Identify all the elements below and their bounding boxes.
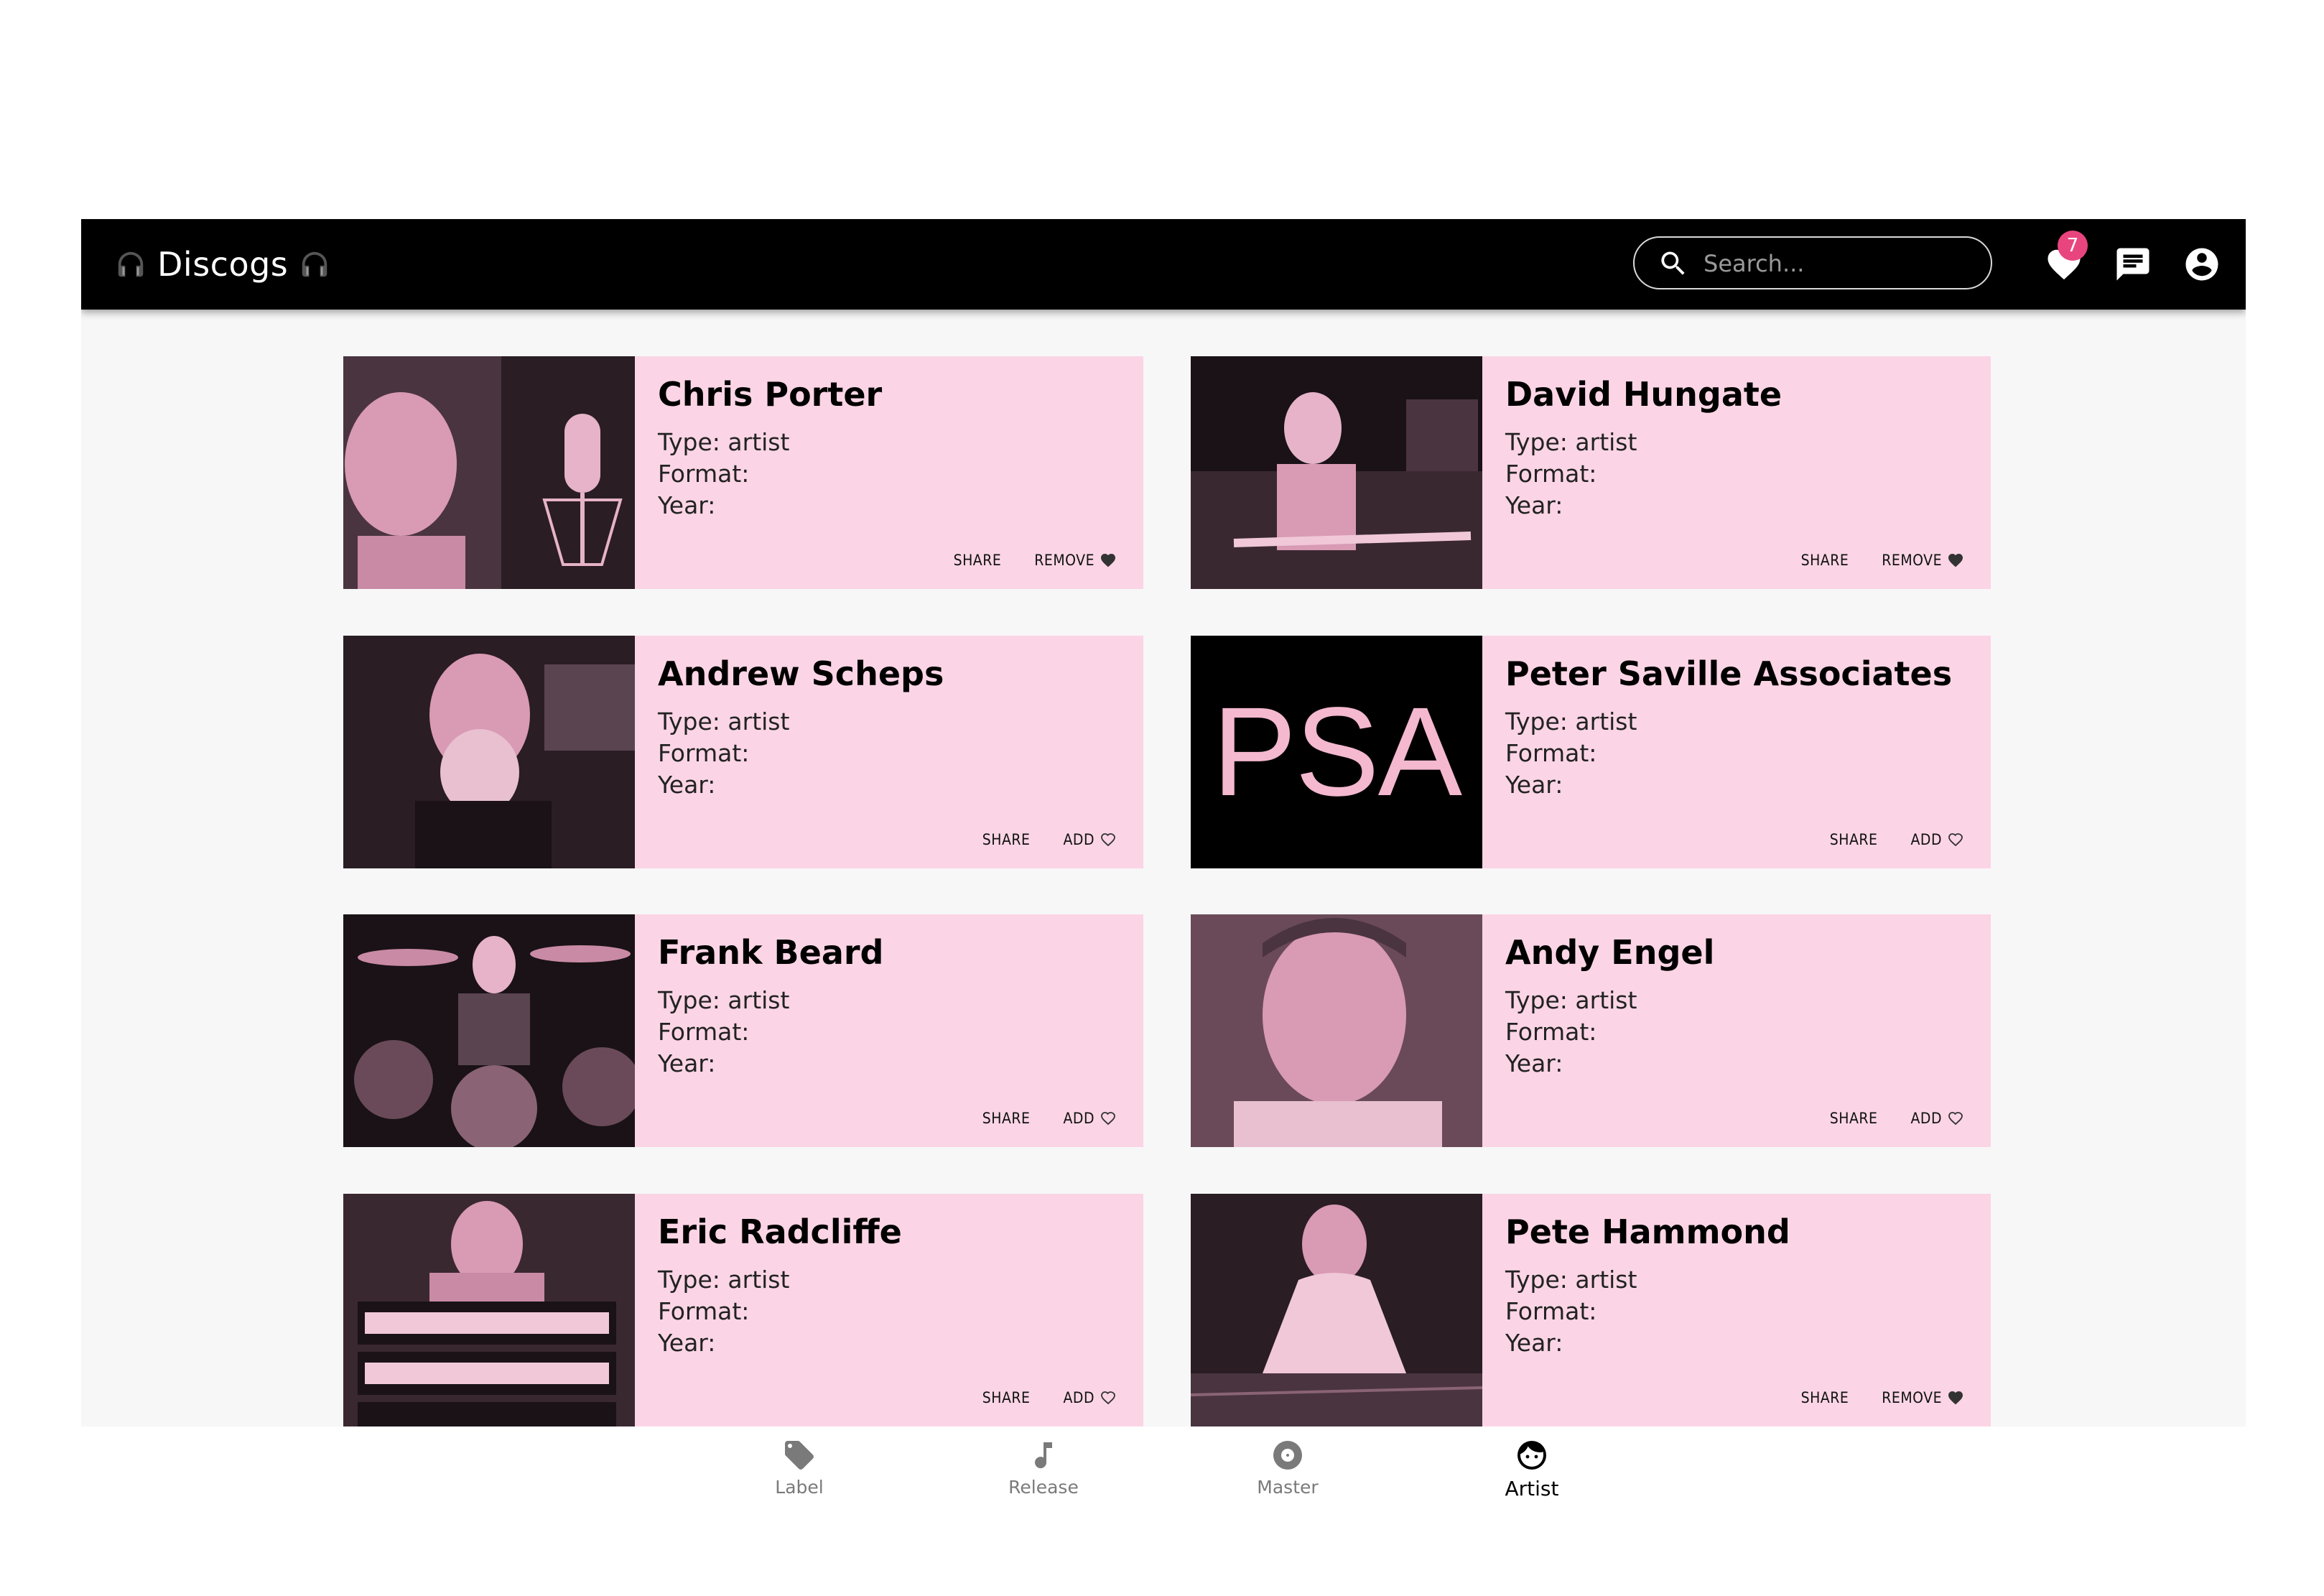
nav-label[interactable]: Label <box>728 1438 871 1498</box>
artist-photo[interactable] <box>343 356 635 589</box>
artist-type: Type: artist <box>658 986 790 1014</box>
remove-favorite-button[interactable]: REMOVE <box>1034 552 1117 569</box>
search-box[interactable] <box>1633 236 1992 289</box>
search-icon <box>1661 251 1685 275</box>
artist-type: Type: artist <box>1505 707 1637 736</box>
tag-icon <box>785 1441 814 1470</box>
artist-card[interactable]: Andy Engel Type: artist Format: Year: SH… <box>1191 914 1991 1147</box>
artist-card[interactable]: Pete Hammond Type: artist Format: Year: … <box>1191 1194 1991 1426</box>
nav-release[interactable]: Release <box>972 1438 1115 1498</box>
artist-photo[interactable] <box>343 636 635 868</box>
artist-name[interactable]: Andy Engel <box>1505 933 1714 972</box>
heart-outline-icon <box>1948 1112 1963 1126</box>
nav-master[interactable]: Master <box>1216 1438 1359 1498</box>
artist-card[interactable]: Chris Porter Type: artist Format: Year: … <box>343 356 1143 589</box>
share-button[interactable]: SHARE <box>954 552 1002 569</box>
psa-logo-text: PSA <box>1212 682 1462 822</box>
bottom-navigation: Label Release Master Artist <box>81 1426 2246 1503</box>
artist-name[interactable]: Andrew Scheps <box>658 654 944 693</box>
artist-name[interactable]: Frank Beard <box>658 933 883 972</box>
share-button[interactable]: SHARE <box>1801 552 1849 569</box>
artist-name[interactable]: David Hungate <box>1505 375 1782 414</box>
artist-photo[interactable] <box>1191 356 1482 589</box>
artist-card[interactable]: David Hungate Type: artist Format: Year:… <box>1191 356 1991 589</box>
share-button[interactable]: SHARE <box>1830 831 1878 848</box>
artist-photo[interactable] <box>343 1194 635 1426</box>
artist-format: Format: <box>658 1018 750 1046</box>
heart-outline-icon <box>1101 1391 1115 1405</box>
headphones-icon <box>298 247 331 282</box>
artist-card[interactable]: PSA Peter Saville Associates Type: artis… <box>1191 636 1991 868</box>
artist-type: Type: artist <box>1505 428 1637 456</box>
artist-year: Year: <box>1505 1049 1563 1077</box>
share-button[interactable]: SHARE <box>982 831 1031 848</box>
chat-icon[interactable] <box>2114 245 2152 284</box>
artist-card[interactable]: Andrew Scheps Type: artist Format: Year:… <box>343 636 1143 868</box>
artist-format: Format: <box>1505 739 1597 767</box>
remove-favorite-button[interactable]: REMOVE <box>1882 552 1965 569</box>
nav-artist[interactable]: Artist <box>1460 1438 1604 1500</box>
search-input[interactable] <box>1702 243 1978 284</box>
artist-logo[interactable]: PSA <box>1191 636 1482 868</box>
heart-outline-icon <box>1948 833 1963 847</box>
artist-name[interactable]: Chris Porter <box>658 375 882 414</box>
artist-type: Type: artist <box>1505 986 1637 1014</box>
artist-format: Format: <box>658 460 750 488</box>
heart-filled-icon <box>1948 1391 1963 1405</box>
artist-year: Year: <box>658 1049 716 1077</box>
disc-icon <box>1273 1441 1302 1470</box>
artist-type: Type: artist <box>658 707 790 736</box>
remove-favorite-button[interactable]: REMOVE <box>1882 1389 1965 1406</box>
music-note-icon <box>1035 1442 1052 1469</box>
artist-name[interactable]: Peter Saville Associates <box>1505 654 1952 693</box>
artist-format: Format: <box>1505 1018 1597 1046</box>
artist-format: Format: <box>1505 460 1597 488</box>
artist-year: Year: <box>658 1329 716 1357</box>
share-button[interactable]: SHARE <box>982 1110 1031 1127</box>
artist-photo[interactable] <box>1191 1194 1483 1426</box>
artist-year: Year: <box>1505 1329 1563 1357</box>
heart-outline-icon <box>1101 1112 1115 1126</box>
artist-format: Format: <box>658 1297 750 1325</box>
app-window: Discogs 7 Chris Porter <box>81 219 2246 1503</box>
artist-year: Year: <box>1505 771 1563 799</box>
artist-photo[interactable] <box>343 914 641 1147</box>
artist-format: Format: <box>658 739 750 767</box>
share-button[interactable]: SHARE <box>1801 1389 1849 1406</box>
artist-year: Year: <box>1505 491 1563 519</box>
artist-photo[interactable] <box>1191 914 1482 1147</box>
artist-name[interactable]: Pete Hammond <box>1505 1212 1790 1251</box>
artist-format: Format: <box>1505 1297 1597 1325</box>
add-favorite-button[interactable]: ADD <box>1063 831 1117 848</box>
share-button[interactable]: SHARE <box>982 1389 1031 1406</box>
artist-type: Type: artist <box>658 1266 790 1294</box>
brand-title: Discogs <box>157 245 289 284</box>
account-icon[interactable] <box>2183 245 2221 284</box>
heart-filled-icon <box>1101 554 1115 567</box>
artist-year: Year: <box>658 771 716 799</box>
add-favorite-button[interactable]: ADD <box>1910 831 1965 848</box>
headphones-icon <box>114 247 147 282</box>
heart-outline-icon <box>1101 833 1115 847</box>
add-favorite-button[interactable]: ADD <box>1063 1389 1117 1406</box>
artist-card[interactable]: Eric Radcliffe Type: artist Format: Year… <box>343 1194 1143 1426</box>
favorites-count-badge: 7 <box>2058 231 2088 261</box>
artist-name[interactable]: Eric Radcliffe <box>658 1212 902 1251</box>
add-favorite-button[interactable]: ADD <box>1063 1110 1117 1127</box>
artist-year: Year: <box>658 491 716 519</box>
face-icon <box>1517 1441 1546 1470</box>
share-button[interactable]: SHARE <box>1830 1110 1878 1127</box>
top-app-bar: Discogs 7 <box>81 219 2246 310</box>
add-favorite-button[interactable]: ADD <box>1910 1110 1965 1127</box>
artist-type: Type: artist <box>1505 1266 1637 1294</box>
heart-filled-icon <box>1948 554 1963 567</box>
artist-type: Type: artist <box>658 428 790 456</box>
artist-card[interactable]: Frank Beard Type: artist Format: Year: S… <box>343 914 1143 1147</box>
brand[interactable]: Discogs <box>114 243 331 286</box>
